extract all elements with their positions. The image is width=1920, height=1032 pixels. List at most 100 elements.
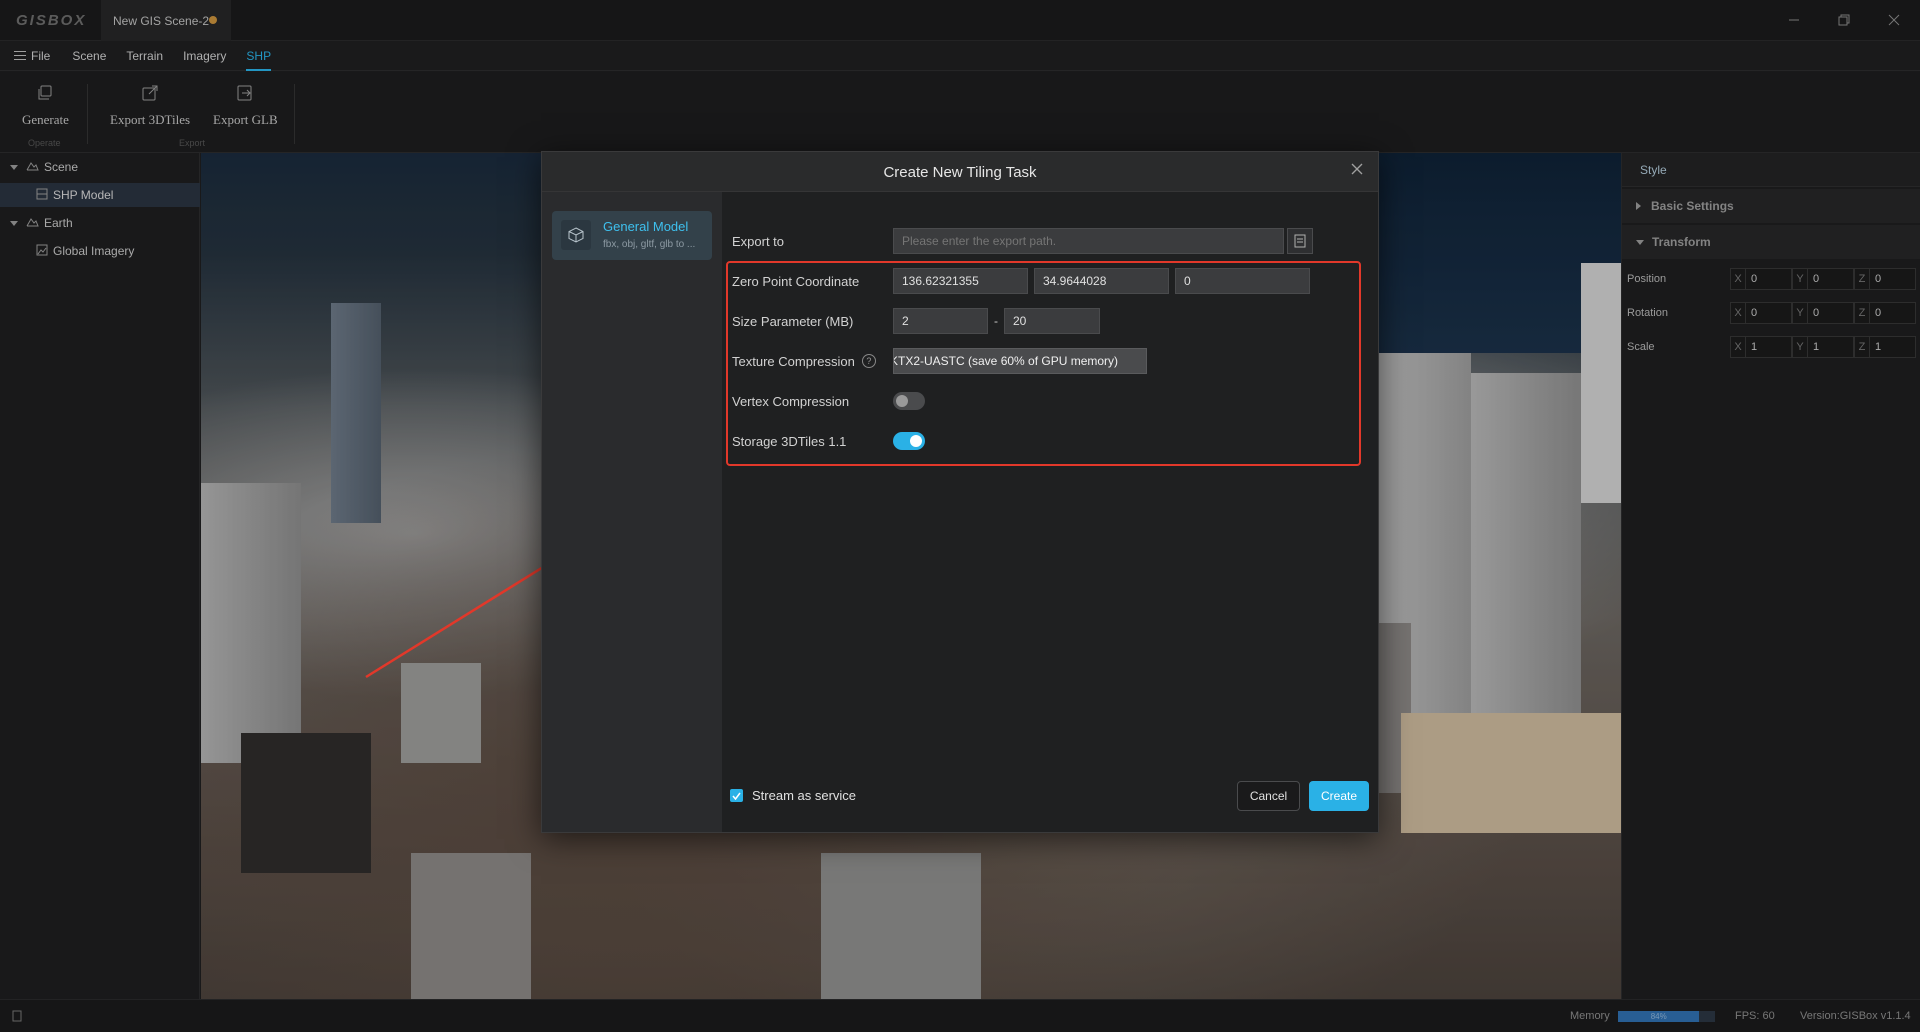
export-glb-button[interactable]: Export GLB <box>213 84 278 128</box>
minimize-icon[interactable] <box>1774 8 1814 32</box>
tree-item-global-imagery[interactable]: Global Imagery <box>0 239 200 263</box>
browse-folder-icon[interactable] <box>1287 228 1313 254</box>
scale-x-value: 1 <box>1751 341 1758 353</box>
menu-scene[interactable]: Scene <box>72 49 106 63</box>
size-separator: - <box>994 314 998 328</box>
create-button[interactable]: Create <box>1309 781 1369 811</box>
axis-z-label: Z <box>1855 269 1870 289</box>
unsaved-dot-icon <box>209 16 217 24</box>
checkbox-checked-icon[interactable] <box>730 789 743 802</box>
model-type-desc: fbx, obj, gltf, glb to ... <box>603 239 696 250</box>
generate-button[interactable]: Generate <box>22 84 69 128</box>
position-x-value: 0 <box>1751 273 1758 285</box>
scale-z-field[interactable]: Z1 <box>1854 336 1916 358</box>
version-label: Version:GISBox v1.1.4 <box>1800 1010 1911 1022</box>
rotation-x-field[interactable]: X0 <box>1730 302 1792 324</box>
menu-shp[interactable]: SHP <box>246 49 271 71</box>
rotation-y-field[interactable]: Y0 <box>1792 302 1854 324</box>
storage-3dtiles-toggle[interactable] <box>893 432 925 450</box>
expand-caret-icon[interactable] <box>10 164 18 170</box>
tree-item-global-imagery-label: Global Imagery <box>53 244 135 258</box>
generate-label: Generate <box>22 112 69 127</box>
model-type-name: General Model <box>603 219 689 234</box>
building <box>1471 373 1581 753</box>
size-min-input[interactable]: 2 <box>893 308 988 334</box>
axis-z-label: Z <box>1855 303 1870 323</box>
help-icon[interactable]: ? <box>861 354 876 368</box>
texture-label: Texture Compression <box>732 353 855 369</box>
stream-as-service-label: Stream as service <box>752 788 857 803</box>
menu-bar: File Scene Terrain Imagery SHP <box>0 41 1920 71</box>
vertex-compression-toggle[interactable] <box>893 392 925 410</box>
export-to-label: Export to <box>732 233 785 249</box>
section-basic-settings-label: Basic Settings <box>1651 199 1734 213</box>
position-z-field[interactable]: Z0 <box>1854 268 1916 290</box>
tree-item-earth[interactable]: Earth <box>0 211 200 235</box>
zero-point-alt-input[interactable]: 0 <box>1175 268 1310 294</box>
model-icon <box>36 188 48 203</box>
tree-item-earth-label: Earth <box>44 216 73 230</box>
imagery-icon <box>36 244 48 259</box>
properties-panel: Style Basic Settings Transform Position … <box>1621 153 1920 999</box>
zero-point-lat-input[interactable]: 34.9644028 <box>1034 268 1169 294</box>
texture-compression-select[interactable]: KTX2-UASTC (save 60% of GPU memory) <box>893 348 1147 374</box>
restore-icon[interactable] <box>1824 8 1864 32</box>
export-path-input[interactable] <box>893 228 1284 254</box>
zero-point-label: Zero Point Coordinate <box>732 273 860 289</box>
cancel-button[interactable]: Cancel <box>1237 781 1300 811</box>
position-row: Position X0 Y0 Z0 <box>1622 265 1920 293</box>
menu-imagery[interactable]: Imagery <box>183 49 226 63</box>
cube-icon <box>561 220 591 250</box>
size-max-input[interactable]: 20 <box>1004 308 1100 334</box>
ribbon-toolbar: Generate Export 3DTiles Export GLB Opera… <box>0 72 1920 153</box>
building <box>401 663 481 763</box>
toggle-knob <box>910 435 922 447</box>
position-y-field[interactable]: Y0 <box>1792 268 1854 290</box>
axis-y-label: Y <box>1793 337 1808 357</box>
export-glb-icon <box>236 84 254 102</box>
expand-caret-icon[interactable] <box>10 220 18 226</box>
export-3dtiles-button[interactable]: Export 3DTiles <box>110 84 190 128</box>
scale-y-field[interactable]: Y1 <box>1792 336 1854 358</box>
stream-as-service-checkbox[interactable]: Stream as service <box>730 788 856 803</box>
model-type-sidebar: General Model fbx, obj, gltf, glb to ... <box>542 192 722 832</box>
rotation-z-field[interactable]: Z0 <box>1854 302 1916 324</box>
storage-label: Storage 3DTiles 1.1 <box>732 433 847 449</box>
size-param-row: Size Parameter (MB) 2 - 20 <box>732 307 1100 335</box>
toggle-knob <box>896 395 908 407</box>
document-tab[interactable]: New GIS Scene-2 <box>101 0 231 41</box>
rotation-x-value: 0 <box>1751 307 1758 319</box>
generate-icon <box>36 84 54 102</box>
collapsed-caret-icon <box>1636 202 1641 210</box>
section-basic-settings[interactable]: Basic Settings <box>1622 189 1920 223</box>
group-label-operate: Operate <box>28 138 61 148</box>
section-transform[interactable]: Transform <box>1622 225 1920 259</box>
menu-file[interactable]: File <box>14 49 50 63</box>
vertex-label: Vertex Compression <box>732 393 850 409</box>
tree-item-shp-model[interactable]: SHP Model <box>0 183 200 207</box>
earth-icon <box>26 216 39 230</box>
zero-point-lon-input[interactable]: 136.62321355 <box>893 268 1028 294</box>
axis-z-label: Z <box>1855 337 1870 357</box>
model-type-general[interactable]: General Model fbx, obj, gltf, glb to ... <box>552 211 712 260</box>
scale-z-value: 1 <box>1875 341 1882 353</box>
rotation-y-value: 0 <box>1813 307 1820 319</box>
scale-x-field[interactable]: X1 <box>1730 336 1792 358</box>
menu-terrain[interactable]: Terrain <box>126 49 163 63</box>
building <box>201 483 301 763</box>
toolbar-divider <box>87 84 88 144</box>
axis-y-label: Y <box>1793 303 1808 323</box>
zero-point-row: Zero Point Coordinate 136.62321355 34.96… <box>732 267 1310 295</box>
texture-label-wrap: Texture Compression ? <box>732 354 893 369</box>
close-window-icon[interactable] <box>1874 8 1914 32</box>
group-label-export: Export <box>179 138 206 148</box>
close-icon[interactable] <box>1348 162 1366 180</box>
hamburger-icon <box>14 51 26 60</box>
tree-item-scene[interactable]: Scene <box>0 155 200 179</box>
memory-bar: 84% <box>1618 1011 1715 1022</box>
fps-readout: FPS: 60 <box>1735 1010 1775 1022</box>
building <box>1581 263 1621 503</box>
tab-style[interactable]: Style <box>1622 153 1920 187</box>
scale-label: Scale <box>1627 341 1655 353</box>
position-x-field[interactable]: X0 <box>1730 268 1792 290</box>
